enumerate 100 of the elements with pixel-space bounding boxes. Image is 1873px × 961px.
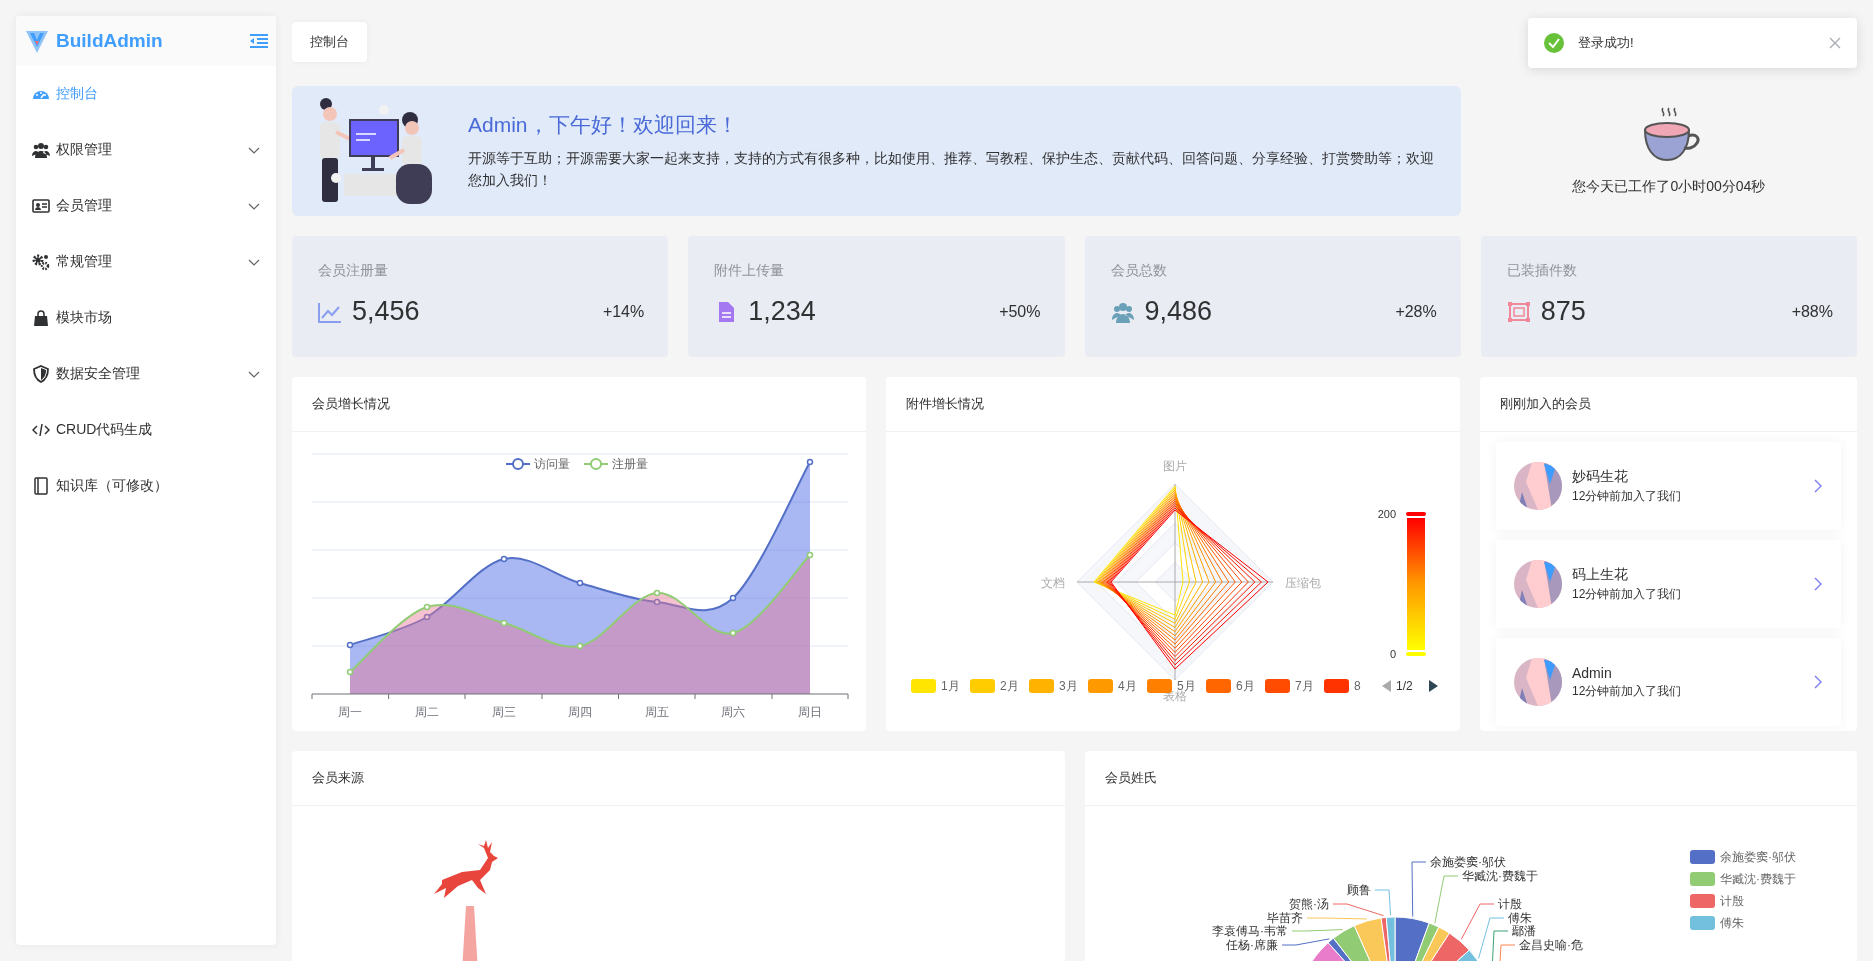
slice-label: 任杨·席廉	[1225, 938, 1278, 952]
legend-label: 7月	[1295, 679, 1314, 693]
axis-label: 周六	[721, 705, 745, 719]
menu-item[interactable]: CRUD代码生成	[16, 402, 276, 458]
leader-line	[1281, 938, 1330, 946]
slice-label: 金昌史喻·危	[1518, 938, 1583, 952]
stat-change: +88%	[1791, 302, 1833, 321]
axis-label: 周三	[492, 705, 516, 719]
shield-icon	[32, 365, 50, 383]
member-joined-text: 12分钟前加入了我们	[1572, 585, 1683, 603]
axis-label: 文档	[1041, 576, 1065, 590]
leader-line	[1433, 875, 1458, 924]
member-joined-text: 12分钟前加入了我们	[1572, 682, 1683, 700]
stat-label: 已装插件数	[1506, 262, 1578, 280]
slice-label: 余施娄窦·邬伏	[1429, 855, 1506, 869]
menu-item[interactable]: 会员管理	[16, 178, 276, 234]
page-prev-icon	[1382, 680, 1391, 692]
member-name: Admin	[1572, 664, 1613, 681]
avatar	[1514, 658, 1562, 706]
plugin-frame-icon	[1506, 300, 1531, 323]
menu-item[interactable]: 权限管理	[16, 122, 276, 178]
card-title: 会员增长情况	[292, 377, 866, 432]
close-icon[interactable]	[1829, 37, 1841, 49]
tab[interactable]: 控制台	[292, 22, 367, 62]
chevron-right-icon	[1813, 577, 1823, 591]
stat-label: 会员总数	[1110, 262, 1168, 280]
shopping-bag-icon	[32, 309, 50, 327]
stat-label: 附件上传量	[714, 262, 786, 280]
slice-label: 毕苗齐	[1266, 911, 1303, 925]
slice-label: 贺熊·汤	[1288, 897, 1329, 911]
scale-label: 0	[1389, 648, 1396, 660]
work-time-text: 您今天已工作了0小时00分04秒	[1572, 178, 1766, 196]
stat-change: +28%	[1395, 302, 1437, 321]
menu-item[interactable]: 数据安全管理	[16, 346, 276, 402]
legend-label: 余施娄窦·邬伏	[1719, 850, 1796, 864]
trend-chart-icon	[318, 300, 342, 323]
leader-line	[1291, 929, 1343, 932]
member-item[interactable]: 码上生花 12分钟前加入了我们	[1496, 540, 1841, 628]
menu-item[interactable]: 常规管理	[16, 234, 276, 290]
slice-label: 李袁傅马·韦常	[1211, 924, 1288, 938]
slice-label: 华臧沈·费魏于	[1461, 869, 1538, 883]
welcome-title: Admin，下午好！欢迎回来！	[468, 112, 739, 138]
toast-message: 登录成功!	[1578, 34, 1635, 52]
axis-label: 周四	[568, 705, 592, 719]
book-icon	[32, 477, 50, 495]
stat-value: 875	[1540, 296, 1587, 327]
axis-label: 周一	[338, 705, 362, 719]
scale-label: 200	[1377, 508, 1396, 520]
member-name: 码上生花	[1572, 565, 1629, 584]
legend-label: 华臧沈·费魏于	[1719, 872, 1796, 886]
menu-fold-icon	[250, 34, 268, 48]
stat-change: +14%	[602, 302, 645, 321]
member-item[interactable]: 妙码生花 12分钟前加入了我们	[1496, 442, 1841, 530]
legend-label: 1月	[941, 679, 960, 693]
leader-line	[1411, 861, 1426, 918]
welcome-text: 开源等于互助；开源需要大家一起来支持，支持的方式有很多种，比如使用、推荐、写教程、保护生态、贡献代码、回答问题、分享经验、打赏赞助等；欢迎您加入我们！	[468, 149, 1435, 190]
legend-label: 傅朱	[1719, 916, 1744, 930]
legend-label: 注册量	[612, 457, 648, 471]
logo-text: BuildAdmin	[56, 30, 164, 52]
member-item[interactable]: Admin 12分钟前加入了我们	[1496, 638, 1841, 726]
logo-icon	[24, 28, 50, 54]
legend-label: 2月	[1000, 679, 1019, 693]
stat-change: +50%	[999, 302, 1041, 321]
menu-item[interactable]: 模块市场	[16, 290, 276, 346]
users-icon	[32, 141, 50, 159]
legend-label: 8	[1354, 679, 1361, 693]
stat-label: 会员注册量	[318, 262, 389, 280]
member-name: 妙码生花	[1572, 467, 1629, 486]
stat-value: 9,486	[1144, 296, 1214, 327]
page-indicator: 1/2	[1396, 679, 1413, 693]
axis-label: 周五	[645, 705, 669, 719]
slice-label: 鄢潘	[1511, 924, 1536, 938]
chevron-right-icon	[1813, 479, 1823, 493]
stat-value: 5,456	[352, 296, 421, 327]
chevron-right-icon	[1813, 675, 1823, 689]
axis-label: 周二	[415, 705, 439, 719]
code-icon	[32, 421, 50, 439]
gears-icon	[32, 253, 50, 271]
legend-label: 4月	[1118, 679, 1137, 693]
id-card-icon	[32, 197, 50, 215]
avatar	[1514, 560, 1562, 608]
member-joined-text: 12分钟前加入了我们	[1572, 487, 1683, 505]
slice-label: 计殷	[1497, 897, 1522, 911]
stat-value: 1,234	[748, 296, 817, 327]
card-title: 会员姓氏	[1084, 751, 1857, 806]
axis-label: 图片	[1163, 459, 1187, 473]
card-title: 附件增长情况	[886, 377, 1460, 432]
axis-label: 周日	[798, 705, 822, 719]
users-icon	[1110, 300, 1135, 323]
legend-label: 访问量	[534, 457, 570, 471]
menu-item[interactable]: 知识库（可修改）	[16, 458, 276, 514]
slice-label: 傅朱	[1507, 911, 1532, 925]
card-title: 会员来源	[292, 751, 1065, 806]
legend-label: 3月	[1059, 679, 1078, 693]
card-title: 刚刚加入的会员	[1480, 377, 1857, 432]
legend-label: 计殷	[1719, 894, 1744, 908]
avatar	[1514, 462, 1562, 510]
page-next-icon	[1429, 680, 1438, 692]
axis-label: 压缩包	[1285, 576, 1321, 590]
slice-label: 顾鲁	[1346, 883, 1371, 897]
